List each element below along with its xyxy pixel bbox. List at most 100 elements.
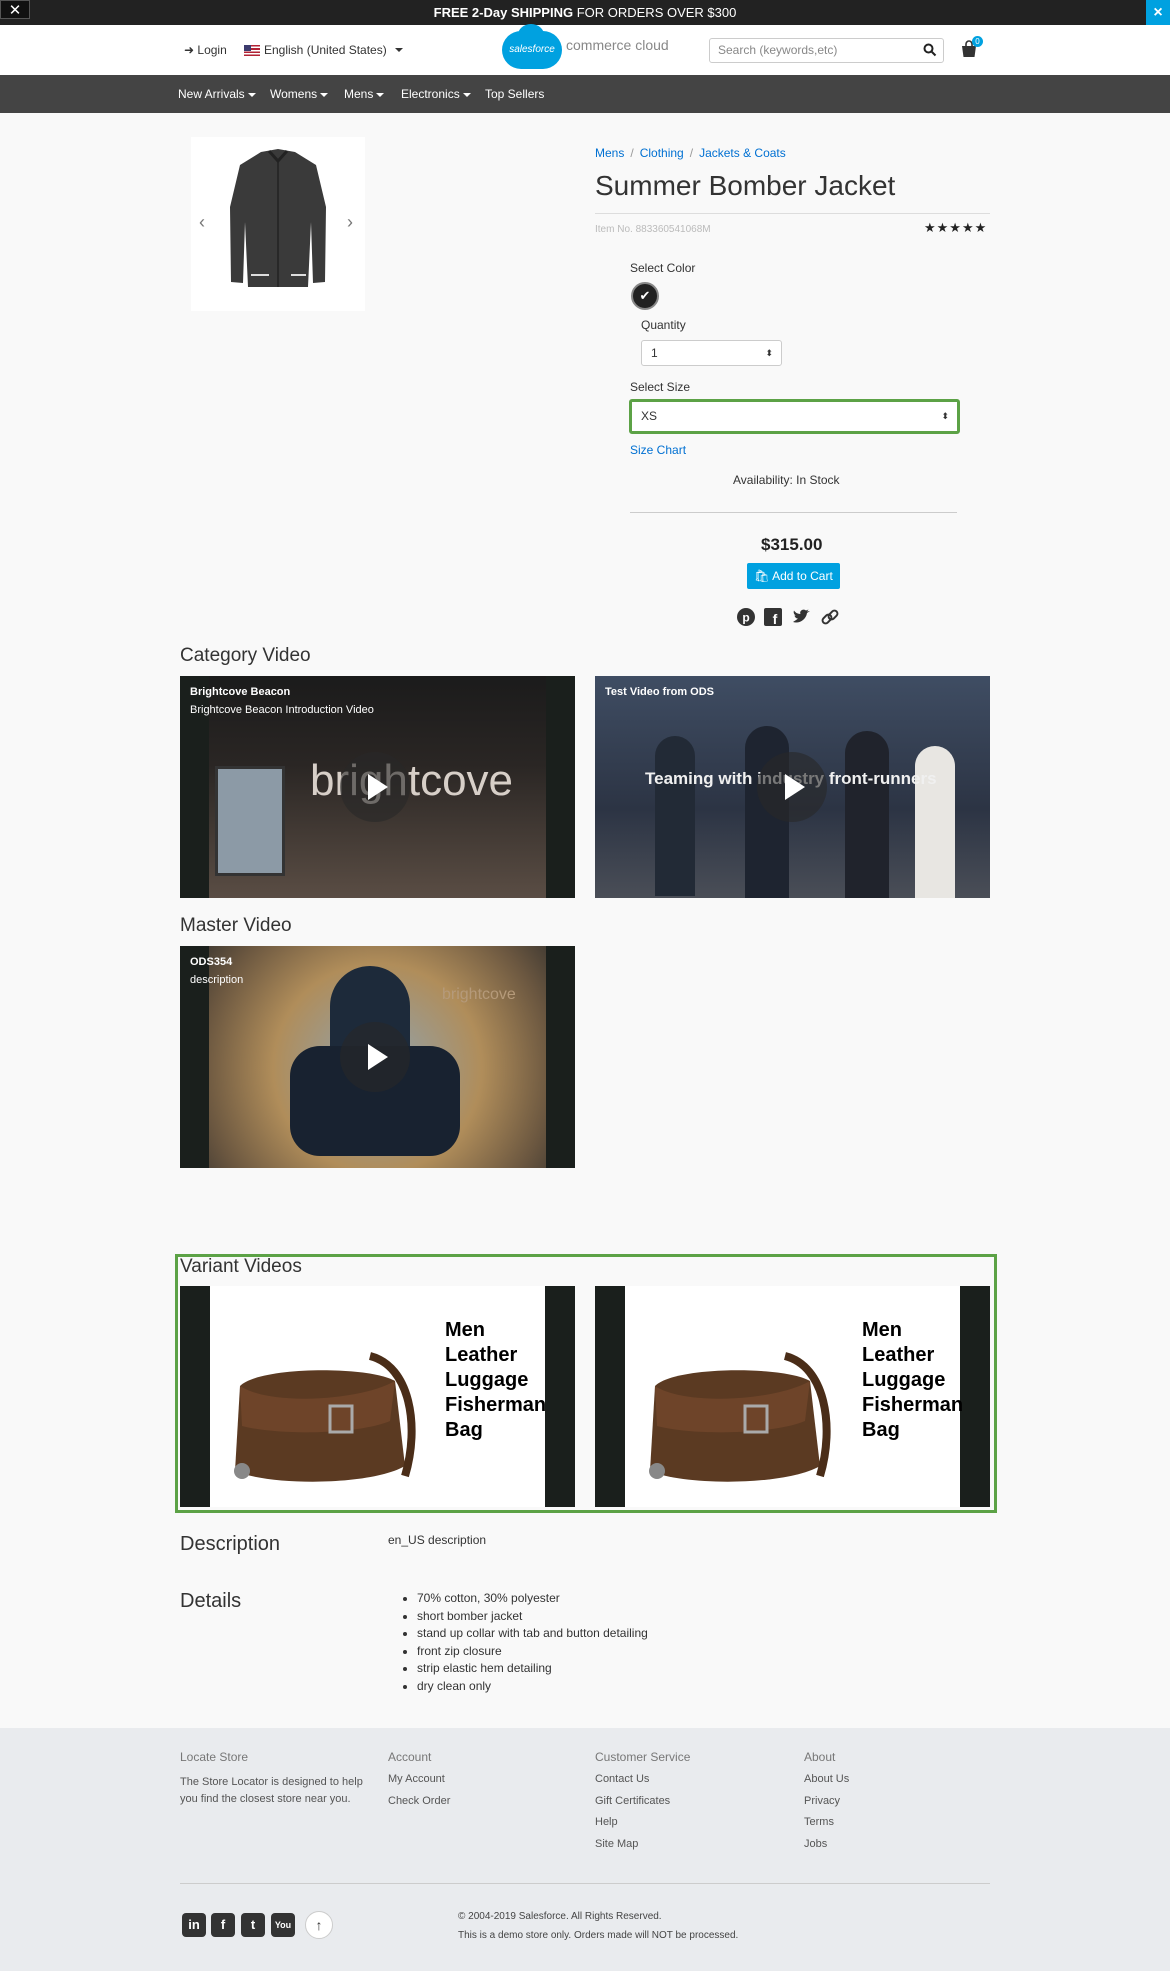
language-selector[interactable]: English (United States) [244,43,403,57]
linkedin-icon[interactable]: in [182,1913,206,1937]
carousel-prev-icon[interactable]: ‹ [199,212,205,233]
nav-item-electronics[interactable]: Electronics [401,75,471,113]
footer-link-jobs[interactable]: Jobs [804,1838,827,1850]
breadcrumb-clothing[interactable]: Clothing [640,146,684,160]
login-label: Login [197,43,227,57]
site-logo[interactable]: salesforce commerce cloud [502,24,669,69]
play-icon[interactable] [340,1022,410,1092]
bag-text-line: Luggage [862,1369,946,1391]
footer-link-contact[interactable]: Contact Us [595,1773,649,1785]
select-color-label: Select Color [630,261,696,275]
nav-label: Top Sellers [485,87,545,101]
footer-link-help[interactable]: Help [595,1816,618,1828]
details-list: 70% cotton, 30% polyester short bomber j… [417,1590,648,1696]
divider [595,213,990,214]
nav-item-womens[interactable]: Womens [270,75,329,113]
nav-label: Mens [344,87,374,101]
login-link[interactable]: ➜ Login [184,43,227,57]
breadcrumb: Mens / Clothing / Jackets & Coats [595,146,786,160]
availability-text: Availability: In Stock [733,473,840,487]
video-player[interactable]: brightcove ODS354 description [180,946,575,1168]
play-icon[interactable] [340,752,410,822]
footer-link-privacy[interactable]: Privacy [804,1795,840,1807]
back-to-top-icon[interactable]: ↑ [305,1911,333,1939]
footer-about-title: About [804,1750,836,1764]
play-icon[interactable] [757,752,827,822]
facebook-icon[interactable]: f [763,607,783,627]
video-player[interactable]: brightcove Brightcove Beacon Brightcove … [180,676,575,898]
main-nav: New Arrivals Womens Mens Electronics Top… [0,75,1170,113]
breadcrumb-jackets[interactable]: Jackets & Coats [699,146,786,160]
close-banner-button[interactable]: × [1146,0,1170,25]
promo-text: FOR ORDERS OVER $300 [573,5,737,20]
link-icon[interactable] [820,607,840,627]
nav-item-mens[interactable]: Mens [344,75,385,113]
logo-badge: salesforce [509,44,555,55]
list-item: dry clean only [417,1678,648,1696]
description-heading: Description [180,1533,281,1555]
master-video-heading: Master Video [180,915,292,936]
list-item: 70% cotton, 30% polyester [417,1590,648,1608]
twitter-icon[interactable]: t [241,1913,265,1937]
site-footer: Locate Store The Store Locator is design… [0,1728,1170,1971]
nav-label: New Arrivals [178,87,245,101]
select-arrows-icon: ⬍ [941,411,949,421]
search-input[interactable]: Search (keywords,etc) [709,38,944,63]
footer-link-gift-certificates[interactable]: Gift Certificates [595,1795,670,1807]
nav-item-new-arrivals[interactable]: New Arrivals [178,75,256,113]
twitter-icon[interactable] [791,607,811,627]
list-item: strip elastic hem detailing [417,1660,648,1678]
site-header: ➜ Login English (United States) salesfor… [0,24,1170,75]
footer-link-site-map[interactable]: Site Map [595,1838,638,1850]
video-player[interactable]: Men Leather Luggage Fisherman Bag [595,1286,990,1507]
copyright-text: © 2004-2019 Salesforce. All Rights Reser… [458,1911,662,1922]
video-description: Brightcove Beacon Introduction Video [190,704,374,716]
size-chart-link[interactable]: Size Chart [630,443,686,457]
nav-item-top-sellers[interactable]: Top Sellers [485,75,544,113]
footer-locate-text: you find the closest store near you. [180,1793,351,1805]
search-icon[interactable] [923,43,937,57]
video-player[interactable]: Men Leather Luggage Fisherman Bag [180,1286,575,1507]
product-price: $315.00 [761,535,823,554]
bag-title-text: Men Leather Luggage Fisherman Bag [445,1318,546,1443]
footer-locate-title[interactable]: Locate Store [180,1750,248,1764]
facebook-icon[interactable]: f [211,1913,235,1937]
carousel-next-icon[interactable]: › [347,212,353,233]
video-player[interactable]: Teaming with industry front-runners Test… [595,676,990,898]
us-flag-icon [244,44,260,56]
leather-bag-image [234,1352,416,1482]
footer-link-about[interactable]: About Us [804,1773,849,1785]
chevron-down-icon [394,48,403,52]
footer-link-my-account[interactable]: My Account [388,1773,445,1785]
bag-text-line: Luggage [445,1369,529,1391]
breadcrumb-mens[interactable]: Mens [595,146,624,160]
check-icon: ✔ [639,288,651,303]
pinterest-icon[interactable]: p [736,607,756,627]
language-label: English (United States) [264,43,387,57]
shopping-bag-icon: 🛍 [754,569,770,583]
divider [180,1883,990,1884]
footer-link-terms[interactable]: Terms [804,1816,834,1828]
bag-text-line: Men [445,1319,485,1341]
category-video-heading: Category Video [180,645,311,666]
nav-label: Womens [270,87,318,101]
breadcrumb-separator: / [630,146,634,160]
youtube-icon[interactable]: You [271,1913,295,1937]
promo-banner: FREE 2-Day SHIPPING FOR ORDERS OVER $300… [0,0,1170,25]
bag-text-line: Bag [862,1419,900,1441]
cart-count-badge: 0 [972,36,983,47]
item-number: Item No. 883360541068M [595,224,711,235]
demo-note-text: This is a demo store only. Orders made w… [458,1930,739,1941]
product-image [191,137,365,311]
salesforce-logo-icon: salesforce [502,24,562,69]
chevron-down-icon [462,92,471,97]
color-swatch-black[interactable]: ✔ [631,282,659,310]
add-to-cart-button[interactable]: 🛍 Add to Cart [747,563,840,589]
add-to-cart-label: Add to Cart [772,569,833,583]
size-select[interactable]: XS ⬍ [629,399,960,434]
tools-icon[interactable]: ✕ [0,0,30,19]
footer-link-check-order[interactable]: Check Order [388,1795,450,1807]
video-title: Test Video from ODS [605,686,715,698]
footer-account-title: Account [388,1750,432,1764]
quantity-select[interactable]: 1 ⬍ [641,340,782,366]
